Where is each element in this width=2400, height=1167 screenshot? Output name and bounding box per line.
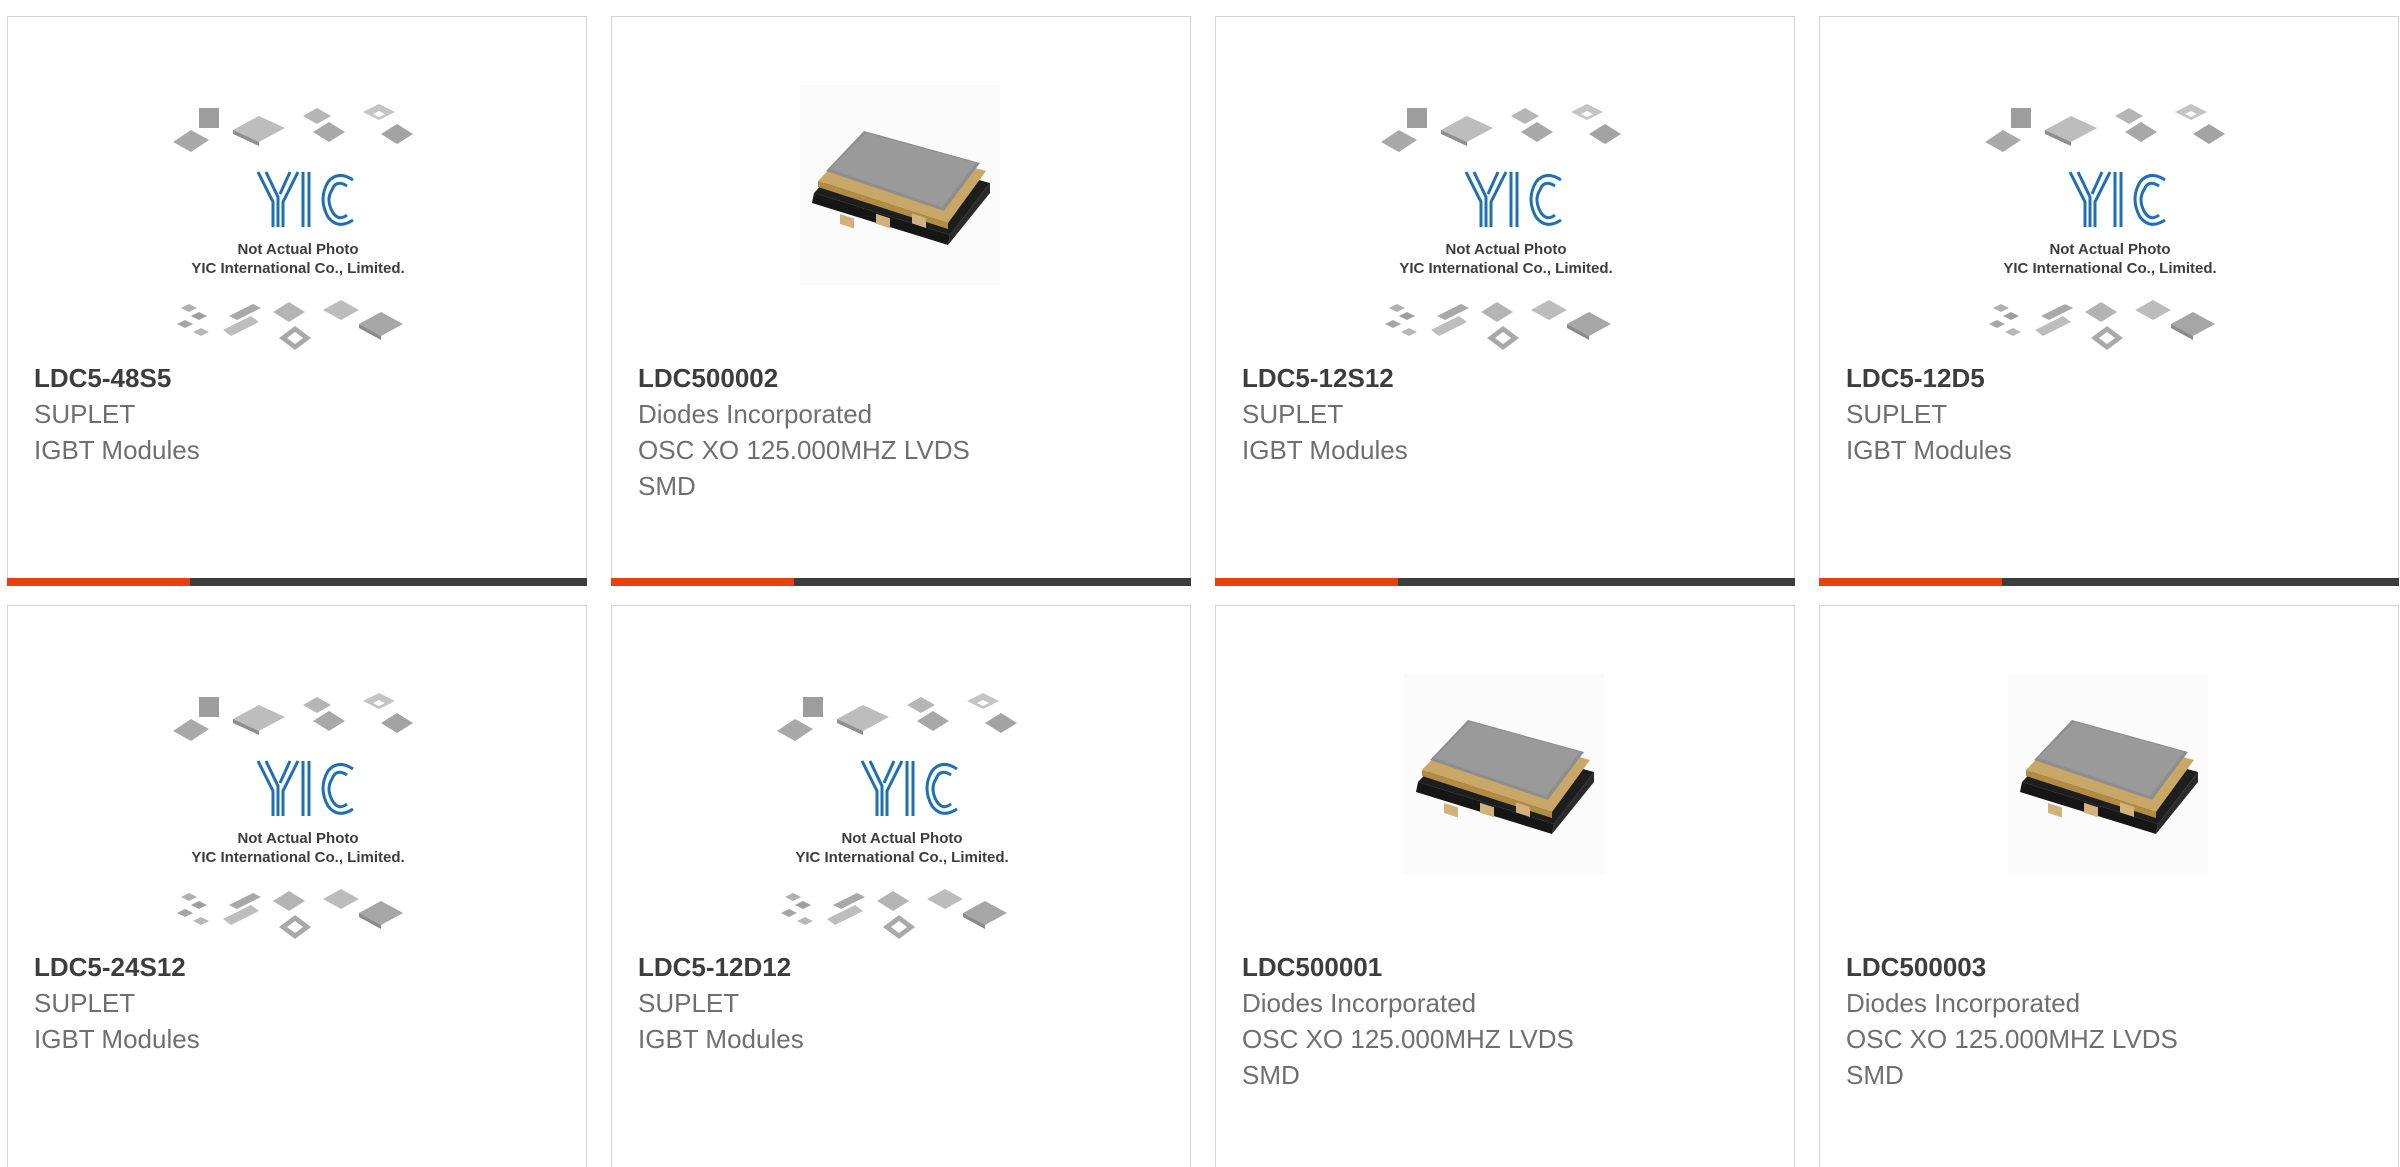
description: OSC XO 125.000MHZ LVDS SMD <box>638 435 970 501</box>
description: IGBT Modules <box>34 435 200 465</box>
product-card[interactable]: LDC500002 Diodes Incorporated OSC XO 125.0… <box>611 16 1191 586</box>
manufacturer: SUPLET <box>1242 399 1344 429</box>
product-image[interactable]: Not Actual Photo YIC International Co., … <box>1216 17 1794 350</box>
product-card[interactable]: LDC500001 Diodes Incorporated OSC XO 125.0… <box>1215 605 1795 1167</box>
card-footer-bar <box>7 578 587 586</box>
product-image[interactable]: Not Actual Photo YIC International Co., … <box>8 606 586 939</box>
product-image[interactable] <box>1820 606 2398 936</box>
product-info: LDC5-24S12 SUPLET IGBT Modules <box>34 949 566 1057</box>
placeholder-caption-line2: YIC International Co., Limited. <box>795 849 1008 866</box>
product-info: LDC5-12S12 SUPLET IGBT Modules <box>1242 360 1774 468</box>
placeholder-caption-line1: Not Actual Photo <box>237 241 358 258</box>
placeholder-caption-line1: Not Actual Photo <box>841 830 962 847</box>
description: IGBT Modules <box>638 1024 804 1054</box>
manufacturer: Diodes Incorporated <box>1846 988 2081 1018</box>
product-card[interactable]: Not Actual Photo YIC International Co., … <box>611 605 1191 1167</box>
manufacturer: SUPLET <box>1846 399 1948 429</box>
part-number-link[interactable]: LDC500002 <box>638 360 1170 396</box>
part-number-link[interactable]: LDC5-12D5 <box>1846 360 2378 396</box>
product-card[interactable]: Not Actual Photo YIC International Co., … <box>7 16 587 586</box>
part-number-link[interactable]: LDC5-24S12 <box>34 949 566 985</box>
product-image[interactable]: Not Actual Photo YIC International Co., … <box>612 606 1190 939</box>
placeholder-caption-line1: Not Actual Photo <box>2049 241 2170 258</box>
placeholder-caption-line2: YIC International Co., Limited. <box>191 260 404 277</box>
manufacturer: SUPLET <box>34 988 136 1018</box>
product-image[interactable]: Not Actual Photo YIC International Co., … <box>8 17 586 350</box>
yic-placeholder-icon: Not Actual Photo YIC International Co., … <box>1985 104 2225 350</box>
placeholder-caption-line2: YIC International Co., Limited. <box>1399 260 1612 277</box>
description: IGBT Modules <box>1846 435 2012 465</box>
card-accent-bar <box>1215 578 1398 586</box>
card-accent-bar <box>1819 578 2002 586</box>
placeholder-caption-line1: Not Actual Photo <box>1445 241 1566 258</box>
yic-placeholder-icon: Not Actual Photo YIC International Co., … <box>173 693 413 939</box>
description: IGBT Modules <box>1242 435 1408 465</box>
product-card[interactable]: Not Actual Photo YIC International Co., … <box>1215 16 1795 586</box>
card-accent-bar <box>611 578 794 586</box>
product-card[interactable]: Not Actual Photo YIC International Co., … <box>1819 16 2399 586</box>
product-info: LDC5-12D12 SUPLET IGBT Modules <box>638 949 1170 1057</box>
oscillator-chip-image <box>2008 674 2208 874</box>
card-accent-bar <box>7 578 190 586</box>
part-number-link[interactable]: LDC5-48S5 <box>34 360 566 396</box>
product-image[interactable]: Not Actual Photo YIC International Co., … <box>1820 17 2398 350</box>
placeholder-caption-line1: Not Actual Photo <box>237 830 358 847</box>
product-grid: Not Actual Photo YIC International Co., … <box>0 0 2400 1167</box>
product-info: LDC500001 Diodes Incorporated OSC XO 125.0… <box>1242 949 1774 1093</box>
oscillator-chip-image <box>1404 674 1604 874</box>
placeholder-caption-line2: YIC International Co., Limited. <box>2003 260 2216 277</box>
product-image[interactable] <box>612 17 1190 347</box>
part-number-link[interactable]: LDC5-12D12 <box>638 949 1170 985</box>
yic-placeholder-icon: Not Actual Photo YIC International Co., … <box>777 693 1017 939</box>
manufacturer: Diodes Incorporated <box>638 399 873 429</box>
manufacturer: SUPLET <box>638 988 740 1018</box>
description: OSC XO 125.000MHZ LVDS SMD <box>1846 1024 2178 1090</box>
manufacturer: Diodes Incorporated <box>1242 988 1477 1018</box>
description: OSC XO 125.000MHZ LVDS SMD <box>1242 1024 1574 1090</box>
card-footer-bar <box>611 578 1191 586</box>
product-info: LDC5-48S5 SUPLET IGBT Modules <box>34 360 566 468</box>
product-info: LDC5-12D5 SUPLET IGBT Modules <box>1846 360 2378 468</box>
product-card[interactable]: LDC500003 Diodes Incorporated OSC XO 125.0… <box>1819 605 2399 1167</box>
card-footer-bar <box>1819 578 2399 586</box>
description: IGBT Modules <box>34 1024 200 1054</box>
oscillator-chip-image <box>800 85 1000 285</box>
product-info: LDC500003 Diodes Incorporated OSC XO 125.0… <box>1846 949 2378 1093</box>
product-image[interactable] <box>1216 606 1794 936</box>
card-footer-bar <box>1215 578 1795 586</box>
placeholder-caption-line2: YIC International Co., Limited. <box>191 849 404 866</box>
part-number-link[interactable]: LDC500003 <box>1846 949 2378 985</box>
product-info: LDC500002 Diodes Incorporated OSC XO 125.0… <box>638 360 1170 504</box>
yic-placeholder-icon: Not Actual Photo YIC International Co., … <box>1381 104 1621 350</box>
yic-placeholder-icon: Not Actual Photo YIC International Co., … <box>173 104 413 350</box>
product-card[interactable]: Not Actual Photo YIC International Co., … <box>7 605 587 1167</box>
part-number-link[interactable]: LDC5-12S12 <box>1242 360 1774 396</box>
part-number-link[interactable]: LDC500001 <box>1242 949 1774 985</box>
manufacturer: SUPLET <box>34 399 136 429</box>
